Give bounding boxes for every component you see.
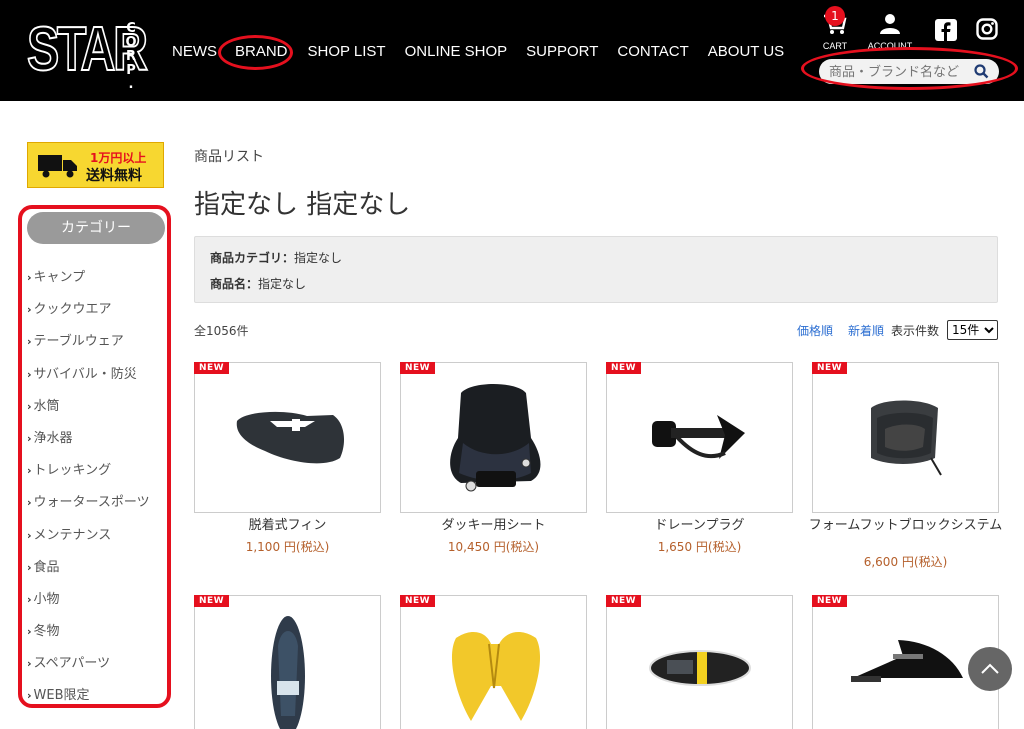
product-name[interactable]: ダッキー用シート [396,518,591,533]
chevron-right-icon: › [27,367,32,381]
new-badge: NEW [606,595,642,607]
highlight-ellipse-brand [218,35,293,70]
chevron-right-icon: › [27,431,32,445]
chevron-right-icon: › [27,625,32,639]
category-item[interactable]: › 食品 [27,552,150,584]
category-item[interactable]: › クックウエア [27,294,150,326]
product-price: 10,450 円(税込) [447,540,540,554]
category-item[interactable]: › 冬物 [27,616,150,648]
kayak-seat-image [450,384,541,492]
nav-online-shop[interactable]: ONLINE SHOP [405,43,508,60]
per-page-label: 表示件数 [891,324,940,338]
chevron-right-icon: › [27,657,32,671]
surfboard-image [649,650,751,686]
page-title: 指定なし 指定なし [194,190,411,220]
category-item[interactable]: › トレッキング [27,455,150,487]
category-item[interactable]: › 小物 [27,584,150,616]
category-item[interactable]: › 水筒 [27,391,150,423]
account-button[interactable]: ACCOUNT [866,12,914,51]
product-price: 1,100 円(税込) [245,540,330,554]
chevron-right-icon: › [27,303,32,317]
chevron-right-icon: › [27,399,32,413]
category-item[interactable]: › キャンプ [27,262,150,294]
new-badge: NEW [606,362,642,374]
new-badge: NEW [400,362,436,374]
star-corp-logo[interactable]: STAR C O R P . [26,15,149,92]
sort-by-price-link[interactable]: 価格順 [797,322,833,339]
chevron-right-icon: › [27,335,32,349]
instagram-icon[interactable] [976,18,998,40]
category-item[interactable]: › WEB限定 [27,680,150,712]
nav-about-us[interactable]: ABOUT US [708,43,784,60]
facebook-icon[interactable] [935,19,957,41]
back-to-top-button[interactable] [968,647,1012,691]
product-price: 6,600 円(税込) [863,555,948,569]
cart-label: CART [822,41,848,51]
result-count: 全1056件 [194,324,249,338]
new-badge: NEW [194,595,230,607]
category-item[interactable]: › メンテナンス [27,520,150,552]
drain-plug-image [652,415,745,459]
new-badge: NEW [400,595,436,607]
highlight-ellipse-search [801,47,1018,90]
banner-free-shipping-text: 送料無料 [86,168,142,184]
chevron-right-icon: › [27,271,32,284]
category-item[interactable]: › スペアパーツ [27,648,150,680]
sup-board-image [271,616,305,729]
delivery-truck-icon [38,155,77,178]
category-heading: カテゴリー [27,212,165,244]
new-badge: NEW [812,595,848,607]
nav-shop-list[interactable]: SHOP LIST [308,43,386,60]
filter-name-row: 商品名：指定なし [210,277,307,291]
banner-threshold-text: 1万円以上 [90,151,147,165]
product-image[interactable] [194,595,381,729]
logo-text: STAR [26,15,149,84]
free-shipping-banner[interactable]: 1万円以上 送料無料 [27,142,164,188]
site-header: STAR C O R P . NEWS BRAND SHOP LIST ONLI… [0,0,1024,101]
chevron-right-icon: › [27,689,32,703]
inflatable-pfd-image [451,632,541,721]
filter-category-row: 商品カテゴリ：指定なし [210,251,343,265]
category-item[interactable]: › サバイバル・防災 [27,359,150,391]
breadcrumb: 商品リスト [194,149,264,165]
nav-news[interactable]: NEWS [172,43,217,60]
account-icon [880,14,900,34]
new-badge: NEW [812,362,848,374]
nav-support[interactable]: SUPPORT [526,43,598,60]
product-name[interactable]: フォームフットブロックシステム [808,518,1003,533]
fin-image [236,411,345,464]
product-price: 1,650 円(税込) [657,540,742,554]
category-list: › キャンプ › クックウエア › テーブルウェア › サバイバル・防災 › 水筒 › 浄水… [27,262,150,713]
per-page-select[interactable]: 15件 [947,320,998,340]
chevron-right-icon: › [27,464,32,478]
product-image[interactable] [194,362,381,513]
product-image[interactable] [812,362,999,513]
chevron-up-icon [981,663,999,674]
product-name[interactable]: 脱着式フィン [190,518,385,533]
product-name[interactable]: ドレーンプラグ [602,518,797,533]
product-image[interactable] [606,362,793,513]
logo-corp-text: C O R P . [125,21,137,92]
category-item[interactable]: › テーブルウェア [27,326,150,358]
foot-block-image [871,400,942,476]
cart-count-badge: 1 [825,6,845,26]
chevron-right-icon: › [27,592,32,606]
chevron-right-icon: › [27,496,32,510]
chevron-right-icon: › [27,528,32,542]
sort-by-newest-link[interactable]: 新着順 [848,322,884,339]
search-conditions-box: 商品カテゴリ：指定なし 商品名：指定なし [194,236,998,303]
new-badge: NEW [194,362,230,374]
category-item[interactable]: › ウォータースポーツ [27,487,150,519]
nav-contact[interactable]: CONTACT [617,43,688,60]
product-image[interactable] [606,595,793,729]
chevron-right-icon: › [27,560,32,574]
product-image[interactable] [400,362,587,513]
product-image[interactable] [400,595,587,729]
category-item[interactable]: › 浄水器 [27,423,150,455]
